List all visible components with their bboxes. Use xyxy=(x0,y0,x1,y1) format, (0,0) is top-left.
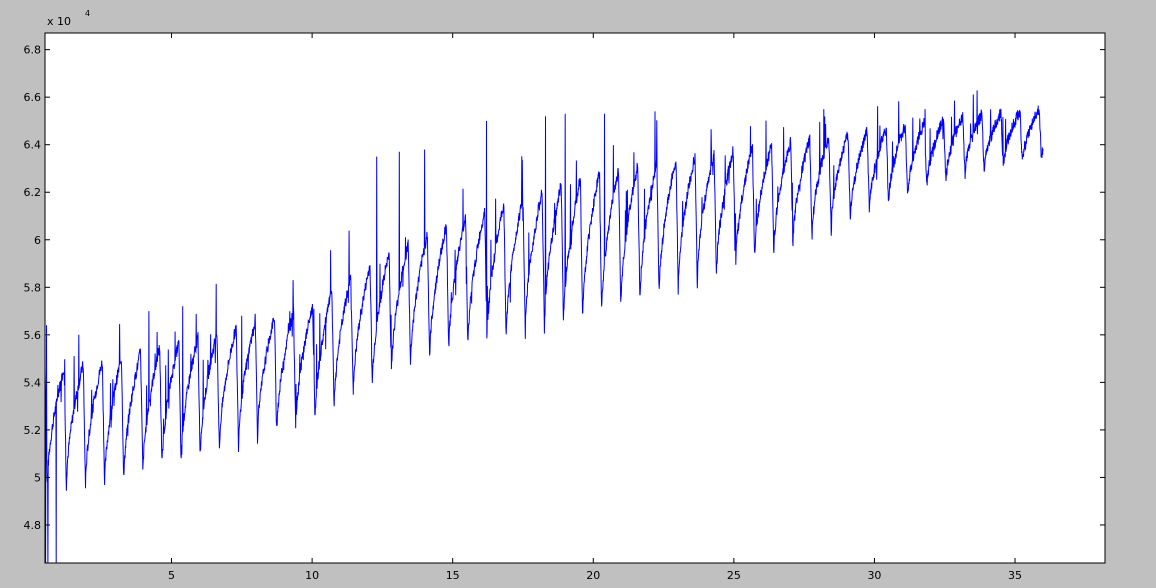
y-tick-label: 4.8 xyxy=(24,519,42,532)
x-tick-label: 20 xyxy=(586,569,600,582)
y-tick-label: 6.2 xyxy=(24,186,42,199)
x-tick-label: 35 xyxy=(1008,569,1022,582)
y-tick-label: 6.8 xyxy=(24,44,42,57)
x-tick-label: 5 xyxy=(168,569,175,582)
y-tick-label: 6.6 xyxy=(24,91,42,104)
y-tick-label: 5.2 xyxy=(24,424,42,437)
y-tick-label: 5.8 xyxy=(24,281,42,294)
y-tick-label: 5.4 xyxy=(24,376,42,389)
x-tick-label: 25 xyxy=(727,569,741,582)
y-tick-label: 5 xyxy=(34,471,41,484)
y-tick-label: 5.6 xyxy=(24,329,42,342)
x-tick-label: 15 xyxy=(446,569,460,582)
x-tick-label: 30 xyxy=(867,569,881,582)
y-tick-label: 6.4 xyxy=(24,139,42,152)
y-tick-label: 6 xyxy=(34,234,41,247)
y-exponent-prefix: x 10 xyxy=(47,15,71,28)
plot-area xyxy=(45,33,1105,563)
figure: 5 10 15 20 25 30 35 4.8 5 5.2 5.4 5.6 5.8 6 6.2 6.4 6.6… xyxy=(0,0,1156,588)
x-tick-label: 10 xyxy=(305,569,319,582)
y-exponent-power: 4 xyxy=(85,9,90,18)
